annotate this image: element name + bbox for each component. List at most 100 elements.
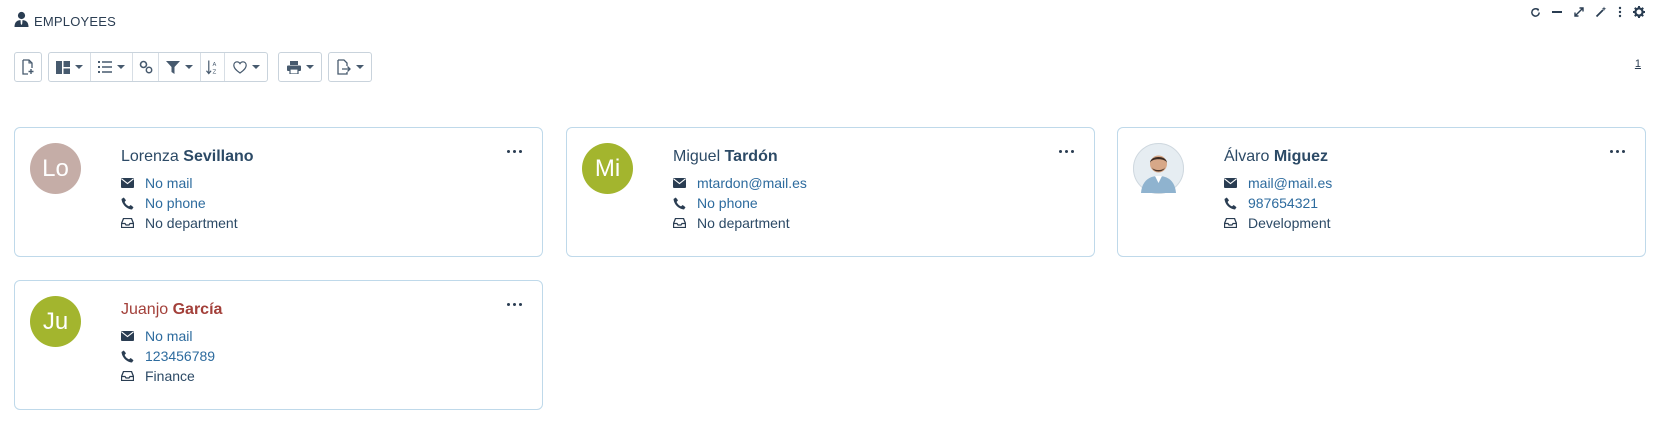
favorites-dropdown[interactable]	[225, 53, 267, 81]
panel-header: EMPLOYEES	[14, 10, 116, 32]
employee-card[interactable]: Ju Juanjo García No mail 123456789 Finan…	[14, 280, 543, 410]
avatar-initials: Ju	[42, 307, 69, 335]
first-name: Álvaro	[1224, 148, 1270, 165]
email-value: No mail	[145, 175, 193, 191]
employee-card[interactable]: Mi Miguel Tardón mtardon@mail.es No phon…	[566, 127, 1095, 257]
department-value: No department	[145, 215, 238, 231]
profile-photo	[1133, 143, 1184, 194]
department-row: Finance	[121, 366, 215, 386]
minimize-icon[interactable]	[1551, 6, 1563, 18]
phone-row: 123456789	[121, 346, 215, 366]
phone-icon	[673, 197, 697, 210]
email-row: mtardon@mail.es	[673, 173, 807, 193]
phone-icon	[121, 197, 145, 210]
phone-value: No phone	[145, 195, 206, 211]
envelope-icon	[673, 178, 697, 188]
email-row: mail@mail.es	[1224, 173, 1332, 193]
gear-icon[interactable]	[1633, 6, 1645, 18]
department-value: No department	[697, 215, 790, 231]
avatar: Mi	[582, 143, 633, 194]
window-tools	[1530, 6, 1645, 18]
magic-wand-icon[interactable]	[1595, 6, 1607, 18]
employee-card[interactable]: Lo Lorenza Sevillano No mail No phone No…	[14, 127, 543, 257]
list-icon	[98, 61, 112, 73]
avatar-initials: Lo	[42, 154, 69, 182]
print-dropdown[interactable]	[279, 53, 321, 81]
layout-dropdown[interactable]	[49, 53, 91, 81]
more-options-button[interactable]	[505, 299, 524, 310]
phone-row: No phone	[673, 193, 807, 213]
file-export-icon	[337, 59, 351, 75]
inbox-icon	[121, 371, 145, 381]
avatar: Lo	[30, 143, 81, 194]
refresh-icon[interactable]	[1530, 7, 1541, 18]
filter-dropdown[interactable]	[159, 53, 201, 81]
file-plus-icon	[22, 59, 34, 75]
contact-details: mtardon@mail.es No phone No department	[673, 173, 807, 233]
department-row: No department	[121, 213, 238, 233]
avatar-initials: Mi	[594, 154, 621, 182]
inbox-icon	[673, 218, 697, 228]
employee-name[interactable]: Miguel Tardón	[673, 148, 778, 166]
phone-value: No phone	[697, 195, 758, 211]
list-dropdown[interactable]	[91, 53, 133, 81]
email-row: No mail	[121, 326, 215, 346]
department-row: Development	[1224, 213, 1332, 233]
svg-text:A: A	[213, 62, 217, 68]
svg-text:Z: Z	[213, 69, 217, 74]
envelope-icon	[121, 178, 145, 188]
first-name: Juanjo	[121, 301, 169, 318]
avatar: Ju	[30, 296, 81, 347]
avatar	[1133, 143, 1184, 194]
caret-down-icon	[185, 65, 193, 69]
employee-card[interactable]: Álvaro Miguez mail@mail.es 987654321 Dev…	[1117, 127, 1646, 257]
layout-icon	[56, 60, 70, 74]
vertical-dots-icon[interactable]	[1617, 6, 1623, 18]
filter-icon	[166, 60, 180, 74]
employee-name[interactable]: Lorenza Sevillano	[121, 148, 254, 166]
more-options-button[interactable]	[505, 146, 524, 157]
envelope-icon	[1224, 178, 1248, 188]
inbox-icon	[1224, 218, 1248, 228]
sort-button[interactable]: AZ	[201, 53, 225, 81]
export-dropdown[interactable]	[329, 53, 371, 81]
first-name: Miguel	[673, 148, 721, 165]
phone-row: 987654321	[1224, 193, 1332, 213]
caret-down-icon	[75, 65, 83, 69]
department-row: No department	[673, 213, 807, 233]
heart-icon	[232, 60, 247, 74]
cogs-icon	[139, 60, 152, 74]
inbox-icon	[121, 218, 145, 228]
caret-down-icon	[117, 65, 125, 69]
more-options-button[interactable]	[1608, 146, 1627, 157]
contact-details: No mail 123456789 Finance	[121, 326, 215, 386]
sort-alpha-icon: AZ	[206, 60, 217, 75]
envelope-icon	[121, 331, 145, 341]
view-group: AZ	[48, 52, 268, 82]
caret-down-icon	[251, 65, 260, 69]
phone-value: 123456789	[145, 348, 216, 364]
phone-icon	[1224, 197, 1248, 210]
panel-title: EMPLOYEES	[34, 13, 116, 29]
email-value: mtardon@mail.es	[697, 175, 807, 191]
last-name: Sevillano	[183, 148, 254, 165]
contact-details: mail@mail.es 987654321 Development	[1224, 173, 1332, 233]
department-value: Finance	[145, 368, 195, 384]
print-group	[278, 52, 322, 82]
phone-value: 987654321	[1248, 195, 1319, 211]
toolbar: AZ	[14, 52, 372, 82]
more-options-button[interactable]	[1057, 146, 1076, 157]
employee-name[interactable]: Álvaro Miguez	[1224, 148, 1328, 166]
email-value: mail@mail.es	[1248, 175, 1333, 191]
page-number-link[interactable]: 1	[1635, 58, 1641, 70]
caret-down-icon	[305, 65, 314, 69]
last-name: Miguez	[1273, 148, 1329, 165]
group-by-button[interactable]	[133, 53, 159, 81]
expand-icon[interactable]	[1573, 6, 1585, 18]
email-row: No mail	[121, 173, 238, 193]
caret-down-icon	[356, 65, 364, 69]
employee-name[interactable]: Juanjo García	[121, 301, 222, 319]
new-record-button[interactable]	[15, 53, 41, 81]
first-name: Lorenza	[121, 148, 179, 165]
department-value: Development	[1248, 215, 1331, 231]
